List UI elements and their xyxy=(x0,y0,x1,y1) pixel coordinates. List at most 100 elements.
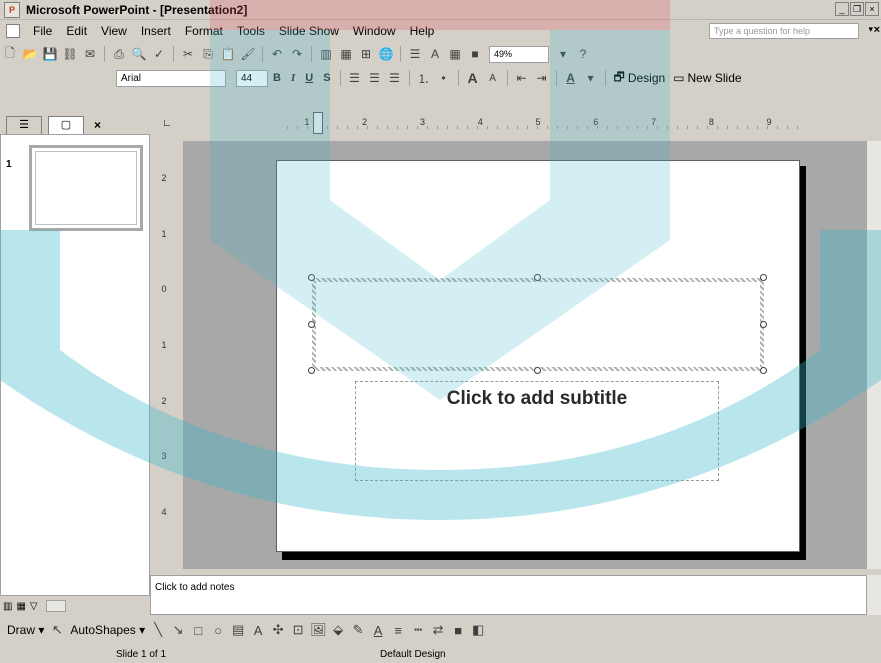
minimize-icon[interactable]: _ xyxy=(835,2,849,16)
menu-file[interactable]: File xyxy=(26,24,59,38)
slide-canvas[interactable]: Click to add subtitle xyxy=(276,160,800,552)
horizontal-scrollbar[interactable] xyxy=(45,600,66,612)
font-size-select[interactable]: 44 xyxy=(236,69,268,87)
tab-outline[interactable]: ☰ xyxy=(6,116,42,134)
menu-slide-show[interactable]: Slide Show xyxy=(272,24,346,38)
help-search-input[interactable]: Type a question for help xyxy=(709,23,859,39)
slide-sorter-icon[interactable]: ▦ xyxy=(16,601,25,612)
menu-insert[interactable]: Insert xyxy=(134,24,178,38)
align-center-icon[interactable]: ☰ xyxy=(367,70,383,86)
expand-all-icon[interactable]: ☰ xyxy=(407,46,423,62)
title-placeholder[interactable] xyxy=(312,278,764,371)
italic-button[interactable]: I xyxy=(291,72,295,84)
resize-handle[interactable] xyxy=(534,367,541,374)
numbering-icon[interactable]: ⒈ xyxy=(416,70,432,86)
increase-font-icon[interactable]: A xyxy=(465,70,481,86)
underline-button[interactable]: U xyxy=(305,72,313,84)
new-icon[interactable]: 🗋 xyxy=(2,46,18,62)
font-select[interactable]: Arial xyxy=(116,69,226,87)
font-color-icon[interactable]: A xyxy=(563,70,579,86)
open-icon[interactable]: 📂 xyxy=(22,46,38,62)
insert-picture-icon[interactable]: 🖼 xyxy=(310,622,327,638)
subtitle-placeholder[interactable]: Click to add subtitle xyxy=(355,381,719,481)
permission-icon[interactable]: ⛓ xyxy=(62,46,78,62)
oval-icon[interactable]: ○ xyxy=(210,623,226,638)
indent-marker[interactable] xyxy=(313,112,323,134)
shadow-button[interactable]: S xyxy=(323,72,330,84)
tables-borders-icon[interactable]: ⊞ xyxy=(358,46,374,62)
resize-handle[interactable] xyxy=(760,321,767,328)
text-box-icon[interactable]: ▤ xyxy=(230,622,246,638)
menu-edit[interactable]: Edit xyxy=(59,24,94,38)
insert-table-icon[interactable]: ▦ xyxy=(338,46,354,62)
diagram-icon[interactable]: ✣ xyxy=(270,622,286,638)
menu-format[interactable]: Format xyxy=(178,24,230,38)
resize-handle[interactable] xyxy=(760,274,767,281)
shadow-style-icon[interactable]: ■ xyxy=(450,623,466,638)
copy-icon[interactable]: ⎘ xyxy=(200,46,216,62)
undo-icon[interactable]: ↶ xyxy=(269,46,285,62)
format-painter-icon[interactable]: 🖌 xyxy=(240,46,256,62)
decrease-font-icon[interactable]: A xyxy=(485,70,501,86)
color-grayscale-icon[interactable]: ■ xyxy=(467,46,483,62)
menu-view[interactable]: View xyxy=(94,24,134,38)
close-icon[interactable]: × xyxy=(874,24,880,36)
paste-icon[interactable]: 📋 xyxy=(220,46,236,62)
line-icon[interactable]: ╲ xyxy=(150,622,166,638)
notes-scrollbar[interactable] xyxy=(867,575,881,615)
resize-handle[interactable] xyxy=(534,274,541,281)
draw-menu-button[interactable]: Draw ▾ xyxy=(7,623,44,637)
powerpoint-app-icon[interactable]: P xyxy=(4,1,20,18)
vertical-scrollbar[interactable] xyxy=(867,141,881,569)
close-icon[interactable]: × xyxy=(94,116,101,134)
line-style-icon[interactable]: ≡ xyxy=(390,623,406,638)
show-formatting-icon[interactable]: A xyxy=(427,46,443,62)
spelling-icon[interactable]: ✓ xyxy=(151,46,167,62)
close-icon[interactable]: × xyxy=(865,2,879,16)
chevron-down-icon[interactable]: ▾ xyxy=(583,70,599,86)
wordart-icon[interactable]: A xyxy=(250,623,266,638)
rectangle-icon[interactable]: □ xyxy=(190,623,206,638)
align-right-icon[interactable]: ☰ xyxy=(387,70,403,86)
resize-handle[interactable] xyxy=(308,367,315,374)
help-icon[interactable]: ? xyxy=(575,46,591,62)
arrow-style-icon[interactable]: ⇄ xyxy=(430,622,446,638)
document-icon[interactable] xyxy=(6,24,20,38)
cut-icon[interactable]: ✂ xyxy=(180,46,196,62)
tab-slides[interactable]: ▢ xyxy=(48,116,84,134)
bold-button[interactable]: B xyxy=(273,72,281,84)
resize-handle[interactable] xyxy=(760,367,767,374)
align-left-icon[interactable]: ☰ xyxy=(347,70,363,86)
menu-tools[interactable]: Tools xyxy=(230,24,272,38)
tab-selector-icon[interactable]: ∟ xyxy=(162,118,172,129)
increase-indent-icon[interactable]: ⇥ xyxy=(534,70,550,86)
clip-art-icon[interactable]: ⊡ xyxy=(290,622,306,638)
notes-pane[interactable]: Click to add notes xyxy=(150,575,867,615)
chevron-down-icon[interactable]: ▾ xyxy=(555,46,571,62)
resize-handle[interactable] xyxy=(308,321,315,328)
resize-handle[interactable] xyxy=(308,274,315,281)
slide-thumbnail[interactable] xyxy=(29,145,143,231)
font-color-icon[interactable]: A xyxy=(370,623,386,638)
title-placeholder-body[interactable] xyxy=(316,282,760,367)
arrow-icon[interactable]: ↘ xyxy=(170,622,186,638)
insert-chart-icon[interactable]: ▥ xyxy=(318,46,334,62)
normal-view-icon[interactable]: ▥ xyxy=(3,601,12,612)
new-slide-button[interactable]: ▭ New Slide xyxy=(673,71,741,85)
print-icon[interactable]: ⎙ xyxy=(111,46,127,62)
menu-window[interactable]: Window xyxy=(346,24,403,38)
line-color-icon[interactable]: ✎ xyxy=(350,622,366,638)
3d-style-icon[interactable]: ◧ xyxy=(470,622,486,638)
email-icon[interactable]: ✉ xyxy=(82,46,98,62)
dash-style-icon[interactable]: ┅ xyxy=(410,622,426,638)
design-button[interactable]: 🗗 Design xyxy=(614,68,666,89)
fill-color-icon[interactable]: ⬙ xyxy=(330,622,346,638)
decrease-indent-icon[interactable]: ⇤ xyxy=(514,70,530,86)
chevron-down-icon[interactable]: ▾ xyxy=(868,24,873,35)
save-icon[interactable]: 💾 xyxy=(42,46,58,62)
autoshapes-menu-button[interactable]: AutoShapes ▾ xyxy=(70,623,145,637)
insert-hyperlink-icon[interactable]: 🌐 xyxy=(378,46,394,62)
slide-show-icon[interactable]: ▽ xyxy=(30,601,38,612)
menu-help[interactable]: Help xyxy=(403,24,442,38)
restore-icon[interactable]: ❐ xyxy=(850,2,864,16)
